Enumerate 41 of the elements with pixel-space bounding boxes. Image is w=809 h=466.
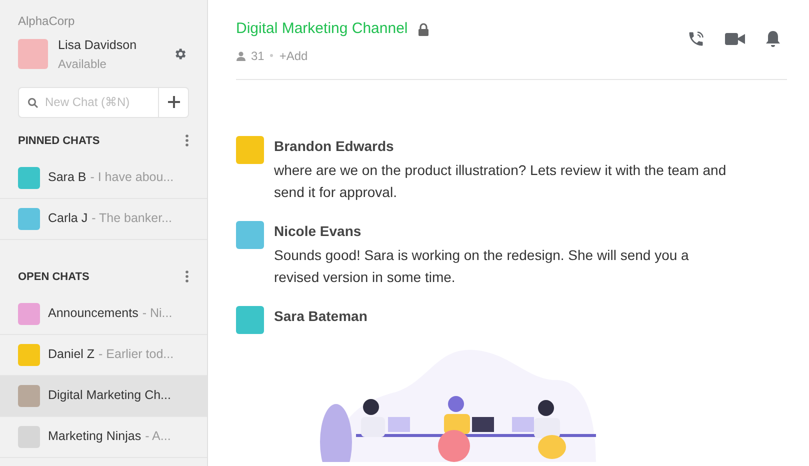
chat-item[interactable]: Marketing Ninjas - A... — [0, 416, 207, 458]
message-text: Sounds good! Sara is working on the redesign. She will send you a revised version in some time. — [274, 246, 690, 286]
person-icon — [236, 50, 246, 60]
video-camera-icon[interactable] — [725, 31, 745, 47]
chat-name: Daniel Z — [48, 346, 95, 364]
search-icon — [27, 96, 39, 109]
chat-name: Carla J — [48, 210, 88, 228]
chat-preview: - I have abou... — [90, 169, 174, 186]
chat-name: Sara B — [48, 169, 86, 186]
avatar — [18, 39, 48, 70]
message-author: Brandon Edwards — [274, 136, 394, 156]
bell-icon[interactable] — [765, 30, 781, 48]
member-count: 31 — [251, 48, 264, 64]
plus-icon — [166, 95, 180, 110]
chat-name: Marketing Ninjas — [48, 428, 142, 446]
more-icon[interactable] — [185, 270, 189, 284]
new-chat-button[interactable] — [159, 86, 189, 118]
user-name: Lisa Davidson — [58, 37, 137, 54]
lock-icon — [418, 22, 429, 36]
message-author: Sara Bateman — [274, 306, 368, 326]
phone-icon[interactable] — [687, 30, 705, 48]
more-icon[interactable] — [185, 134, 189, 148]
message-text: where are we on the product illustration? Lets review it with the team and send it for approval. — [274, 160, 728, 202]
section-heading: PINNED CHATS — [18, 134, 100, 148]
chat-item[interactable]: Digital Marketing Ch... — [0, 376, 207, 417]
channel-title: Digital Marketing Channel — [236, 19, 408, 39]
chat-item[interactable]: Carla J - The banker... — [0, 198, 207, 240]
chat-item[interactable]: Sara B - I have abou... — [0, 158, 207, 199]
message-author: Nicole Evans — [274, 222, 362, 240]
section-heading: OPEN CHATS — [18, 270, 90, 284]
chat-name: Announcements — [48, 305, 138, 322]
chat-preview: - The banker... — [92, 210, 172, 228]
chat-preview: - Earlier tod... — [98, 346, 174, 364]
workspace-name: AlphaCorp — [18, 13, 75, 30]
chat-item[interactable]: Announcements - Ni... — [0, 294, 207, 335]
user-status: Available — [58, 56, 106, 73]
chat-name: Digital Marketing Ch... — [48, 387, 171, 404]
chat-preview: - A... — [145, 428, 171, 446]
chat-preview: - Ni... — [142, 305, 172, 322]
settings-icon[interactable] — [173, 47, 187, 62]
search-field[interactable]: New Chat (⌘N) — [18, 86, 159, 118]
